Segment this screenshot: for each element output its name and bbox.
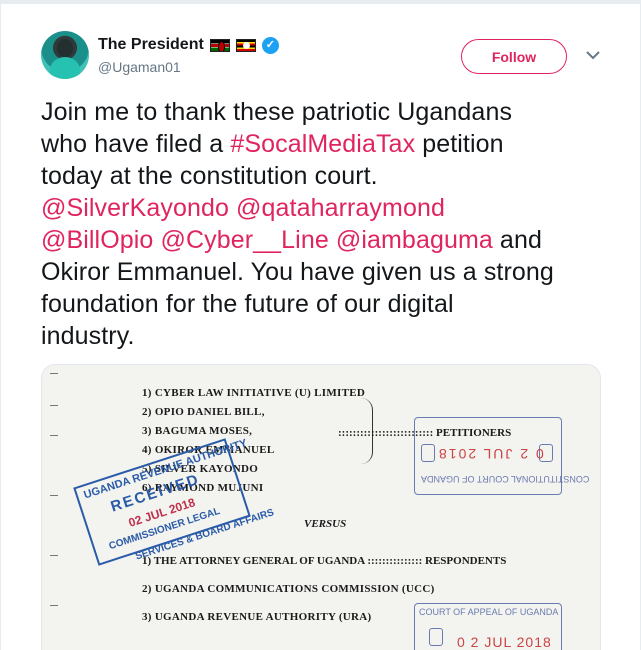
top-divider: [1, 0, 641, 4]
margin-mark: [50, 405, 58, 406]
tweet-text: Join me to thank these patriotic Ugandan…: [41, 96, 611, 352]
media-photo[interactable]: 1) CYBER LAW INITIATIVE (U) LIMITED 2) O…: [41, 364, 601, 650]
stamp-appeal-date: 0 2 JUL 2018: [457, 634, 552, 650]
tweet-text-segment: Okiror Emmanuel. You have given us a str…: [41, 258, 554, 286]
petitioner-1: 1) CYBER LAW INITIATIVE (U) LIMITED: [142, 387, 366, 399]
verified-badge-icon: ✓: [261, 36, 279, 54]
margin-mark: [50, 605, 58, 606]
author-display-name[interactable]: The President: [98, 36, 204, 54]
respondent-1: 1) THE ATTORNEY GENERAL OF UGANDA ::::::…: [142, 555, 507, 567]
avatar-head: [57, 39, 73, 57]
avatar-body: [50, 57, 80, 79]
tweet-text-line: foundation for the future of our digital: [41, 288, 611, 320]
tweet-text-segment: foundation for the future of our digital: [41, 290, 454, 318]
coat-of-arms-icon: [429, 628, 443, 646]
tweet-card: The President ✓ @Ugaman01 Follow Join me…: [0, 0, 641, 650]
hashtag-link[interactable]: #SocalMediaTax: [230, 130, 415, 158]
mention-link[interactable]: @Cyber__Line: [160, 226, 328, 254]
respondent-2: 2) UGANDA COMMUNICATIONS COMMISSION (UCC…: [142, 583, 435, 595]
stamp-court-name: CONSTITUTIONAL COURT OF UGANDA: [421, 474, 590, 484]
tweet-text-line: Join me to thank these patriotic Ugandan…: [41, 96, 611, 128]
mention-link[interactable]: @SilverKayondo: [41, 194, 229, 222]
stamp-date: 0 2 JUL 2018: [437, 446, 544, 462]
court-of-appeal-stamp: COURT OF APPEAL OF UGANDA 0 2 JUL 2018: [414, 603, 562, 650]
author-name-row[interactable]: The President ✓: [98, 36, 279, 54]
margin-mark: [50, 435, 58, 436]
mention-link[interactable]: @qataharraymond: [236, 194, 445, 222]
tweet-text-line: Okiror Emmanuel. You have given us a str…: [41, 256, 611, 288]
margin-mark: [50, 495, 58, 496]
mention-link[interactable]: @BillOpio: [41, 226, 153, 254]
tweet-text-segment: and: [492, 226, 542, 254]
follow-button[interactable]: Follow: [461, 39, 567, 74]
ura-received-stamp: UGANDA REVENUE AUTHORITY RECEIVED 02 JUL…: [73, 437, 275, 566]
tweet-text-segment: today at the constitution court.: [41, 162, 378, 190]
chevron-down-icon[interactable]: [584, 48, 602, 62]
tweet-text-segment: [229, 194, 236, 222]
margin-mark: [50, 555, 58, 556]
tweet-text-line: @SilverKayondo @qataharraymond: [41, 192, 611, 224]
uganda-flag-icon: [235, 38, 256, 52]
tweet-text-line: today at the constitution court.: [41, 160, 611, 192]
stamp-appeal-title: COURT OF APPEAL OF UGANDA: [419, 607, 559, 617]
tweet-text-segment: Join me to thank these patriotic Ugandan…: [41, 98, 513, 126]
tweet-text-segment: [329, 226, 336, 254]
tweet-text-line: who have filed a #SocalMediaTax petition: [41, 128, 611, 160]
tweet-text-segment: petition: [415, 130, 504, 158]
tweet-text-segment: industry.: [41, 322, 135, 350]
tweet-text-line: @BillOpio @Cyber__Line @iambaguma and: [41, 224, 611, 256]
mention-link[interactable]: @iambaguma: [336, 226, 493, 254]
tweet-text-segment: who have filed a: [41, 130, 231, 158]
coat-of-arms-icon: [421, 444, 435, 462]
avatar[interactable]: [41, 31, 89, 79]
petitioner-3: 3) BAGUMA MOSES,: [142, 425, 253, 437]
versus-label: VERSUS: [304, 518, 347, 530]
petitioner-2: 2) OPIO DANIEL BILL,: [142, 406, 265, 418]
respondent-3: 3) UGANDA REVENUE AUTHORITY (URA): [142, 611, 372, 623]
court-document: 1) CYBER LAW INITIATIVE (U) LIMITED 2) O…: [42, 365, 600, 650]
kenya-flag-icon: [209, 38, 230, 52]
constitutional-court-stamp: 0 2 JUL 2018 CONSTITUTIONAL COURT OF UGA…: [414, 417, 589, 495]
margin-mark: [50, 373, 58, 374]
author-handle[interactable]: @Ugaman01: [98, 59, 181, 75]
tweet-text-line: industry.: [41, 320, 611, 352]
